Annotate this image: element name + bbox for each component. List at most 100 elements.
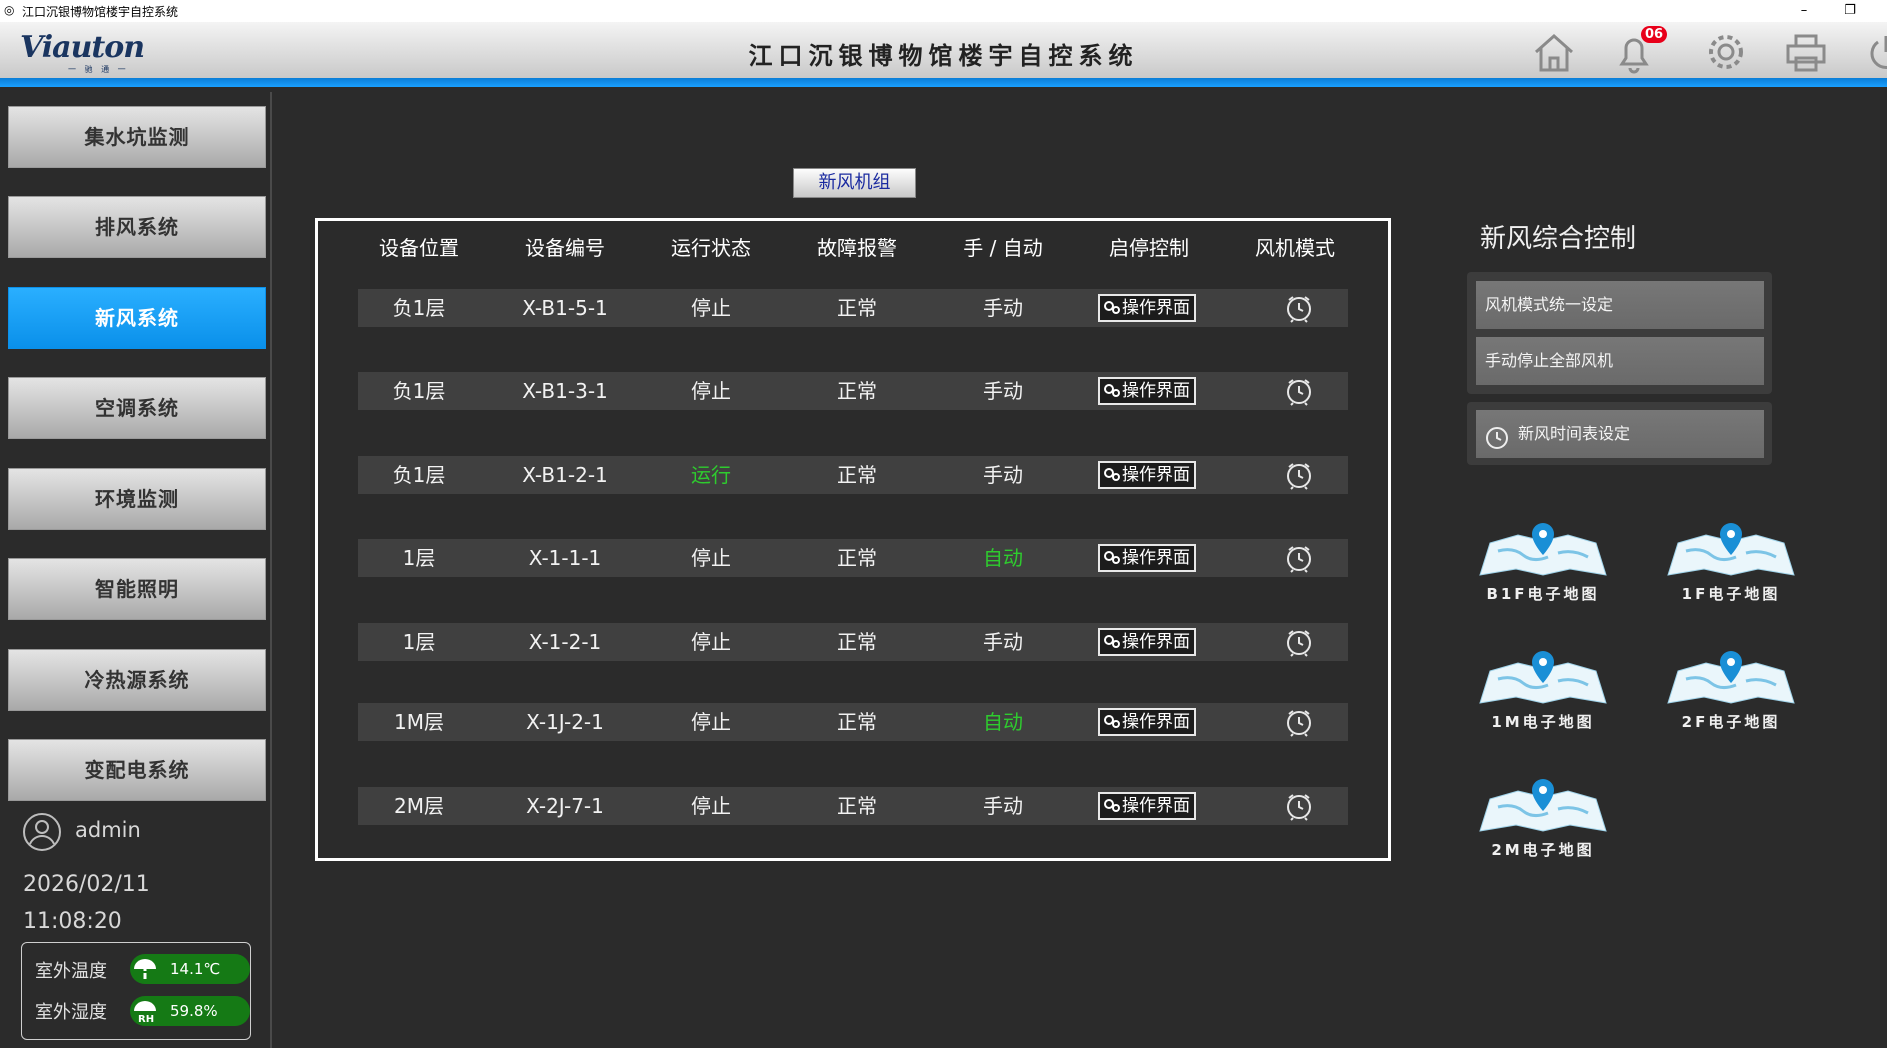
fan-schedule-clock-icon[interactable] <box>1284 460 1314 490</box>
cell-fault-alarm: 正常 <box>837 379 877 403</box>
map-label: 1F电子地图 <box>1681 585 1781 603</box>
column-header-code: 设备编号 <box>525 236 605 260</box>
cell-location: 1层 <box>402 630 436 654</box>
gear-icon[interactable] <box>1702 30 1750 74</box>
table-row: 负1层 X-B1-2-1 运行 正常 手动 操作界面 <box>358 456 1348 494</box>
cell-run-status: 停止 <box>691 546 731 570</box>
cell-run-status: 停止 <box>691 630 731 654</box>
operation-interface-button[interactable]: 操作界面 <box>1098 792 1196 820</box>
operation-interface-button[interactable]: 操作界面 <box>1098 294 1196 322</box>
operation-interface-button[interactable]: 操作界面 <box>1098 544 1196 572</box>
cell-manual-auto: 手动 <box>983 794 1023 818</box>
cell-manual-auto: 手动 <box>983 296 1023 320</box>
alarm-clock-icon <box>1484 421 1510 469</box>
sidebar-item-sump-monitoring[interactable]: 集水坑监测 <box>8 106 266 168</box>
operation-interface-label: 操作界面 <box>1122 381 1190 401</box>
gears-icon <box>1103 632 1121 657</box>
operation-interface-button[interactable]: 操作界面 <box>1098 461 1196 489</box>
outdoor-temp-pill: 14.1℃ <box>130 954 250 984</box>
map-2m-button[interactable]: 2M电子地图 <box>1478 777 1608 859</box>
cell-code: X-B1-5-1 <box>522 296 608 320</box>
cell-manual-auto: 自动 <box>983 710 1023 734</box>
sidebar-item-exhaust-system[interactable]: 排风系统 <box>8 196 266 258</box>
gears-icon <box>1103 796 1121 821</box>
table-row: 负1层 X-B1-3-1 停止 正常 手动 操作界面 <box>358 372 1348 410</box>
fresh-air-schedule-label: 新风时间表设定 <box>1518 424 1631 443</box>
cell-fault-alarm: 正常 <box>837 296 877 320</box>
table-row: 负1层 X-B1-5-1 停止 正常 手动 操作界面 <box>358 289 1348 327</box>
sidebar-item-smart-lighting[interactable]: 智能照明 <box>8 558 266 620</box>
table-row: 1层 X-1-2-1 停止 正常 手动 操作界面 <box>358 623 1348 661</box>
operation-interface-label: 操作界面 <box>1122 632 1190 652</box>
date-display: 2026/02/11 <box>23 872 150 897</box>
sidebar-item-ac-system[interactable]: 空调系统 <box>8 377 266 439</box>
fan-control-group: 风机模式统一设定 手动停止全部风机 <box>1467 272 1772 394</box>
operation-interface-button[interactable]: 操作界面 <box>1098 377 1196 405</box>
cell-fault-alarm: 正常 <box>837 794 877 818</box>
column-header-fan-mode: 风机模式 <box>1255 236 1335 260</box>
printer-icon[interactable] <box>1782 30 1830 74</box>
sidebar-item-power-distribution[interactable]: 变配电系统 <box>8 739 266 801</box>
cell-location: 1M层 <box>394 710 444 734</box>
column-header-manual-auto: 手 / 自动 <box>963 236 1043 260</box>
humidity-icon: RH <box>132 999 158 1033</box>
header-accent-bar <box>0 78 1887 87</box>
fan-schedule-clock-icon[interactable] <box>1284 293 1314 323</box>
sidebar-item-fresh-air-system[interactable]: 新风系统 <box>8 287 266 349</box>
home-icon[interactable] <box>1530 30 1578 74</box>
gears-icon <box>1103 298 1121 323</box>
map-pin-icon <box>1667 651 1795 704</box>
map-label: 2F电子地图 <box>1681 713 1781 731</box>
map-label: 2M电子地图 <box>1491 841 1595 859</box>
map-1m-button[interactable]: 1M电子地图 <box>1478 649 1608 731</box>
operation-interface-button[interactable]: 操作界面 <box>1098 628 1196 656</box>
operation-interface-button[interactable]: 操作界面 <box>1098 708 1196 736</box>
outdoor-temp-value: 14.1℃ <box>170 960 221 978</box>
maximize-button[interactable]: ❐ <box>1827 0 1873 22</box>
cell-fault-alarm: 正常 <box>837 463 877 487</box>
fan-schedule-clock-icon[interactable] <box>1284 791 1314 821</box>
operation-interface-label: 操作界面 <box>1122 465 1190 485</box>
cell-manual-auto: 手动 <box>983 379 1023 403</box>
operation-interface-label: 操作界面 <box>1122 796 1190 816</box>
cell-fault-alarm: 正常 <box>837 630 877 654</box>
outdoor-humidity-pill: RH 59.8% <box>130 996 250 1026</box>
cell-run-status: 停止 <box>691 296 731 320</box>
power-icon[interactable] <box>1862 30 1887 74</box>
fresh-air-schedule-button[interactable]: 新风时间表设定 <box>1476 410 1764 458</box>
sidebar-divider <box>270 92 272 1048</box>
map-b1f-button[interactable]: B1F电子地图 <box>1478 521 1608 603</box>
svg-text:RH: RH <box>138 1014 154 1023</box>
sidebar-item-environment-monitoring[interactable]: 环境监测 <box>8 468 266 530</box>
temperature-icon <box>132 957 158 991</box>
map-2f-button[interactable]: 2F电子地图 <box>1666 649 1796 731</box>
cell-code: X-B1-3-1 <box>522 379 608 403</box>
minimize-button[interactable]: – <box>1781 0 1827 22</box>
fan-mode-unified-setting-button[interactable]: 风机模式统一设定 <box>1476 281 1764 329</box>
cell-run-status: 停止 <box>691 710 731 734</box>
app-icon: ◎ <box>4 3 15 17</box>
time-display: 11:08:20 <box>23 909 122 934</box>
fan-schedule-clock-icon[interactable] <box>1284 707 1314 737</box>
map-pin-icon <box>1667 523 1795 576</box>
fan-schedule-clock-icon[interactable] <box>1284 376 1314 406</box>
cell-code: X-1-1-1 <box>528 546 602 570</box>
map-pin-icon <box>1479 651 1607 704</box>
stop-all-fans-button[interactable]: 手动停止全部风机 <box>1476 337 1764 385</box>
table-row: 1层 X-1-1-1 停止 正常 自动 操作界面 <box>358 539 1348 577</box>
sidebar-item-hvac-source[interactable]: 冷热源系统 <box>8 649 266 711</box>
table-row: 2M层 X-2J-7-1 停止 正常 手动 操作界面 <box>358 787 1348 825</box>
gears-icon <box>1103 381 1121 406</box>
cell-code: X-1J-2-1 <box>526 710 604 734</box>
column-header-run-status: 运行状态 <box>671 236 751 260</box>
map-pin-icon <box>1479 779 1607 832</box>
fresh-air-unit-tab[interactable]: 新风机组 <box>793 168 916 198</box>
outdoor-humidity-label: 室外湿度 <box>35 1002 107 1023</box>
cell-code: X-1-2-1 <box>528 630 602 654</box>
cell-manual-auto: 手动 <box>983 463 1023 487</box>
fan-schedule-clock-icon[interactable] <box>1284 627 1314 657</box>
username: admin <box>75 818 141 842</box>
fan-schedule-clock-icon[interactable] <box>1284 543 1314 573</box>
map-1f-button[interactable]: 1F电子地图 <box>1666 521 1796 603</box>
outdoor-temp-label: 室外温度 <box>35 961 107 982</box>
